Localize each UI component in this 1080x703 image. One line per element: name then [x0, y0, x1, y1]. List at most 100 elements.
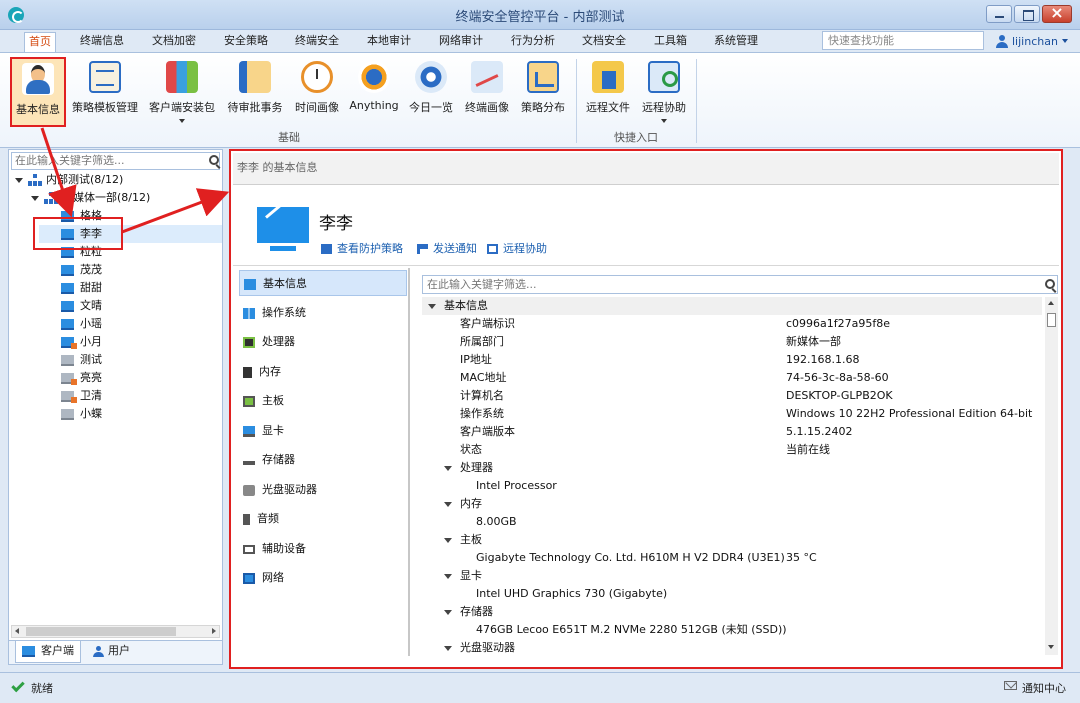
tree-client[interactable]: 亮亮 [61, 369, 102, 387]
section-gpu[interactable]: 显卡 [422, 567, 1042, 585]
network-icon [243, 572, 255, 584]
scroll-left-icon[interactable] [15, 628, 19, 634]
search-icon[interactable] [1045, 279, 1055, 289]
monitor-offline-icon [61, 354, 74, 366]
category-audio[interactable]: 音频 [239, 506, 407, 532]
category-basic-info[interactable]: 基本信息 [239, 270, 407, 296]
section-optical[interactable]: 光盘驱动器 [422, 639, 1042, 655]
remote-assist-button[interactable]: 远程协助 [638, 57, 690, 127]
expand-icon[interactable] [444, 646, 452, 651]
detail-search-input[interactable]: 在此输入关键字筛选... [422, 275, 1058, 294]
category-os[interactable]: 操作系统 [239, 300, 407, 326]
category-storage[interactable]: 存储器 [239, 447, 407, 473]
expand-icon[interactable] [31, 195, 39, 201]
shield-icon [321, 244, 332, 254]
monitor-offline-icon [61, 372, 77, 385]
minimize-button[interactable] [986, 5, 1012, 23]
tree-client[interactable]: 甜甜 [61, 279, 102, 297]
user-menu[interactable]: lijinchan [996, 33, 1068, 49]
expand-icon[interactable] [444, 574, 452, 579]
basic-info-button[interactable]: 基本信息 [10, 57, 66, 127]
tree-client[interactable]: 文晴 [61, 297, 102, 315]
tab-behavior-analysis[interactable]: 行为分析 [507, 32, 559, 52]
expand-icon[interactable] [444, 538, 452, 543]
tab-local-audit[interactable]: 本地审计 [363, 32, 415, 52]
chevron-down-icon [661, 119, 667, 123]
close-button[interactable] [1042, 3, 1072, 23]
category-list: 基本信息 操作系统 处理器 内存 主板 显卡 存储器 光盘驱动器 音频 辅助设备… [239, 270, 407, 656]
tree-search-input[interactable]: 在此输入关键字筛选... [11, 152, 220, 170]
monitor-icon [61, 264, 74, 276]
tab-security-policy[interactable]: 安全策略 [220, 32, 272, 52]
tab-toolbox[interactable]: 工具箱 [650, 32, 691, 52]
tree-client[interactable]: 小蝶 [61, 405, 102, 423]
tab-users[interactable]: 用户 [87, 641, 136, 663]
tree-client[interactable]: 小月 [61, 333, 102, 351]
tree-client[interactable]: 小瑶 [61, 315, 102, 333]
policy-distribution-button[interactable]: 策略分布 [518, 57, 568, 127]
section-storage[interactable]: 存储器 [422, 603, 1042, 621]
expand-icon[interactable] [428, 304, 436, 309]
today-overview-button[interactable]: 今日一览 [406, 57, 456, 127]
tree-node-root[interactable]: 内部测试(8/12) [15, 171, 123, 189]
expand-icon[interactable] [444, 466, 452, 471]
category-gpu[interactable]: 显卡 [239, 418, 407, 444]
scroll-thumb[interactable] [1047, 313, 1056, 327]
category-label: 基本信息 [263, 277, 307, 290]
tab-network-audit[interactable]: 网络审计 [435, 32, 487, 52]
search-icon[interactable] [209, 155, 219, 165]
time-portrait-button[interactable]: 时间画像 [292, 57, 342, 127]
policy-template-button[interactable]: 策略模板管理 [70, 57, 140, 127]
category-optical[interactable]: 光盘驱动器 [239, 477, 407, 503]
tab-home[interactable]: 首页 [24, 32, 56, 52]
section-cpu[interactable]: 处理器 [422, 459, 1042, 477]
tab-terminal-info[interactable]: 终端信息 [76, 32, 128, 52]
terminal-portrait-button[interactable]: 终端画像 [462, 57, 512, 127]
group-separator [576, 59, 577, 143]
mail-icon[interactable] [1004, 681, 1017, 690]
tab-doc-encrypt[interactable]: 文档加密 [148, 32, 200, 52]
scroll-down-icon[interactable] [1048, 645, 1054, 649]
section-basic-info[interactable]: 基本信息 [422, 297, 1042, 315]
notification-center-link[interactable]: 通知中心 [1022, 680, 1066, 696]
field-value: Intel Processor [476, 479, 557, 492]
pending-approval-button[interactable]: 待审批事务 [226, 57, 284, 127]
detail-vertical-scrollbar[interactable] [1045, 297, 1058, 655]
maximize-button[interactable] [1014, 5, 1040, 23]
remote-file-button[interactable]: 远程文件 [583, 57, 633, 127]
remote-assist-link[interactable]: 远程协助 [487, 240, 547, 256]
client-package-label: 客户端安装包 [149, 101, 215, 114]
client-package-button[interactable]: 客户端安装包 [147, 57, 217, 127]
splitter[interactable] [408, 268, 410, 656]
scroll-up-icon[interactable] [1048, 301, 1054, 305]
tree-client[interactable]: 卫清 [61, 387, 102, 405]
expand-icon[interactable] [15, 177, 23, 183]
tab-terminal-security[interactable]: 终端安全 [291, 32, 343, 52]
section-motherboard[interactable]: 主板 [422, 531, 1042, 549]
quick-search-input[interactable]: 快速查找功能 [822, 31, 984, 50]
tab-clients[interactable]: 客户端 [15, 641, 81, 663]
tab-doc-security[interactable]: 文档安全 [578, 32, 630, 52]
expand-icon[interactable] [444, 610, 452, 615]
chart-icon [527, 61, 559, 93]
category-label: 存储器 [262, 453, 295, 466]
scroll-right-icon[interactable] [212, 628, 216, 634]
category-memory[interactable]: 内存 [239, 359, 407, 385]
view-policy-link[interactable]: 查看防护策略 [321, 240, 403, 256]
category-motherboard[interactable]: 主板 [239, 388, 407, 414]
tab-system-management[interactable]: 系统管理 [710, 32, 762, 52]
anything-button[interactable]: Anything [348, 57, 400, 127]
category-peripherals[interactable]: 辅助设备 [239, 536, 407, 562]
approval-icon [239, 61, 271, 93]
category-label: 操作系统 [262, 306, 306, 319]
send-notice-link[interactable]: 发送通知 [417, 240, 477, 256]
tree-client[interactable]: 测试 [61, 351, 102, 369]
scroll-thumb[interactable] [26, 627, 176, 636]
tree-node-dept[interactable]: 新媒体一部(8/12) [31, 189, 150, 207]
expand-icon[interactable] [444, 502, 452, 507]
category-cpu[interactable]: 处理器 [239, 329, 407, 355]
tree-horizontal-scrollbar[interactable] [11, 625, 220, 638]
section-memory[interactable]: 内存 [422, 495, 1042, 513]
tree-client[interactable]: 茂茂 [61, 261, 102, 279]
category-network[interactable]: 网络 [239, 565, 407, 591]
